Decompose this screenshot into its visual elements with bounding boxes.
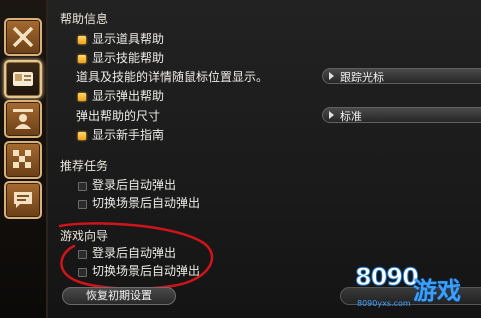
category-checker-button[interactable] <box>4 141 42 179</box>
watermark-url: 8090yxs.com <box>357 299 411 308</box>
detail-position-value: 跟踪光标 <box>340 71 384 84</box>
combat-icon <box>12 26 34 48</box>
detail-follow-label: 道具及技能的详情随鼠标位置显示。 <box>76 70 269 84</box>
show-newbie-guide-label: 显示新手指南 <box>92 128 165 142</box>
reset-defaults-button[interactable]: 恢复初期设置 <box>62 287 176 305</box>
dropdown-arrow-icon <box>329 72 334 80</box>
tasks-popup-scene-switch-label: 切换场景后自动弹出 <box>92 196 201 210</box>
popup-size-label: 弹出帮助的尺寸 <box>76 109 161 123</box>
popup-size-dropdown[interactable]: 标准 <box>322 107 481 123</box>
help-info-heading: 帮助信息 <box>60 12 109 26</box>
site-watermark-logo: 8090 游戏 8090yxs.com <box>355 255 481 315</box>
category-chat-button[interactable] <box>4 181 42 219</box>
dropdown-arrow-icon <box>329 111 334 119</box>
category-combat-button[interactable] <box>4 18 42 56</box>
tasks-popup-after-login-label: 登录后自动弹出 <box>92 178 177 192</box>
show-newbie-guide-checkbox[interactable] <box>78 132 86 140</box>
recommended-tasks-heading: 推荐任务 <box>60 159 109 173</box>
show-item-help-label: 显示道具帮助 <box>92 32 165 46</box>
category-sidebar <box>0 0 48 318</box>
character-icon <box>13 109 33 129</box>
chat-icon <box>14 192 32 208</box>
show-skill-help-label: 显示技能帮助 <box>92 51 165 65</box>
show-skill-help-checkbox[interactable] <box>78 55 86 63</box>
category-character-button[interactable] <box>4 100 42 138</box>
card-icon <box>13 72 33 86</box>
tasks-popup-scene-switch-checkbox[interactable] <box>78 200 87 209</box>
watermark-number: 8090 <box>355 263 420 292</box>
show-popup-help-checkbox[interactable] <box>78 93 86 101</box>
show-popup-help-label: 显示弹出帮助 <box>92 89 165 103</box>
detail-position-dropdown[interactable]: 跟踪光标 <box>322 68 481 84</box>
watermark-brand: 游戏 <box>413 277 461 305</box>
category-card-button[interactable] <box>4 60 42 98</box>
popup-size-value: 标准 <box>340 110 362 123</box>
annotation-ring <box>58 222 214 290</box>
tasks-popup-after-login-checkbox[interactable] <box>78 182 87 191</box>
checker-icon <box>13 150 31 168</box>
show-item-help-checkbox[interactable] <box>78 36 86 44</box>
